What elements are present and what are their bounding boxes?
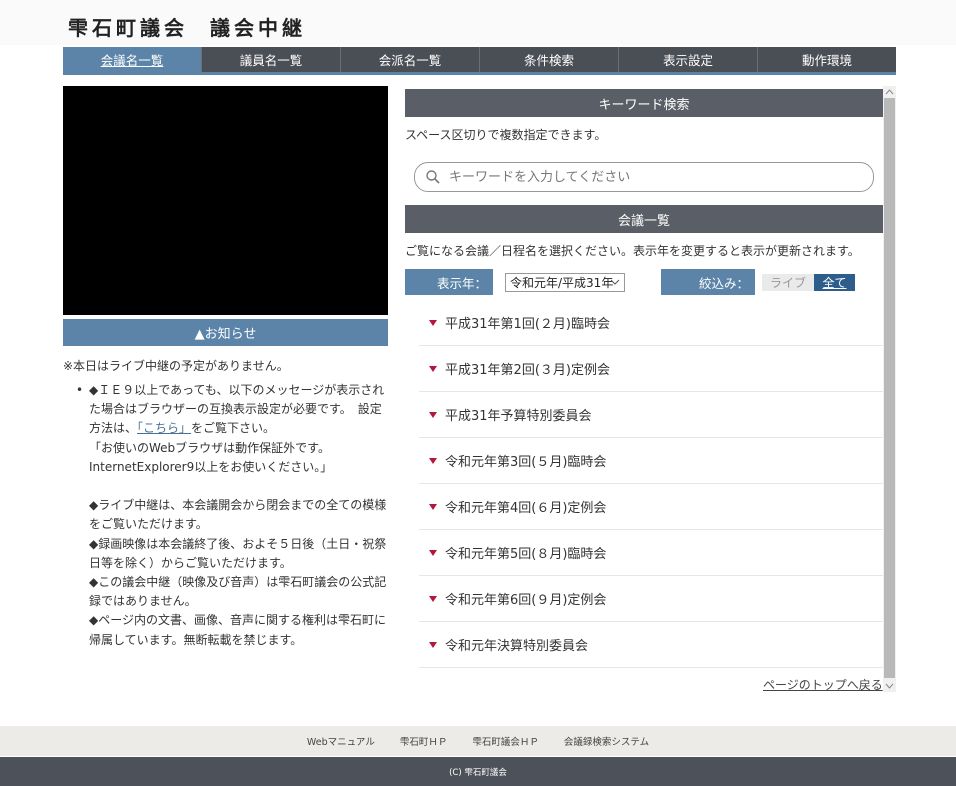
meeting-list-heading: 会議一覧 [405,205,883,233]
filter-row: 表示年： 令和元年/平成31年 絞込み： ライブ 全て [405,269,883,295]
filter-all-button[interactable]: 全て [814,274,855,291]
triangle-down-icon [429,365,437,372]
footer-link-town-hp[interactable]: 雫石町ＨＰ [400,734,448,748]
meeting-item[interactable]: 令和元年第6回(９月)定例会 [419,576,883,622]
year-select-value: 令和元年/平成31年 [510,276,614,290]
meeting-list-note: ご覧になる会議／日程名を選択ください。表示年を変更すると表示が更新されます。 [405,244,860,258]
keyword-search-heading: キーワード検索 [405,89,883,117]
notice-line: ◆この議会中継（映像及び音声）は雫石町議会の公式記 [89,575,387,590]
nav-tab-search[interactable]: 条件検索 [480,47,619,72]
nav-tab-environment[interactable]: 動作環境 [758,47,896,72]
meeting-item-label: 令和元年第4回(６月)定例会 [445,501,607,516]
year-label: 表示年： [405,269,493,295]
video-player[interactable] [63,86,388,315]
meeting-item-label: 平成31年予算特別委員会 [445,409,592,424]
year-select[interactable]: 令和元年/平成31年 [505,273,625,292]
header: 雫石町議会 議会中継 [0,0,956,45]
scrollbar-thumb[interactable] [884,98,895,678]
footer-link-minutes-search[interactable]: 会議録検索システム [564,734,649,748]
notice-line: ◆録画映像は本会議終了後、およそ５日後（土日・祝祭 [89,536,387,551]
notice-line-text: をご覧下さい。 [191,421,276,436]
notice-line: 「お使いのWebブラウザは動作保証外です。 [89,440,330,455]
meeting-item[interactable]: 令和元年第5回(８月)臨時会 [419,530,883,576]
here-link[interactable]: 「こちら」 [137,421,191,435]
meeting-item[interactable]: 平成31年予算特別委員会 [419,392,883,438]
meeting-item-label: 令和元年決算特別委員会 [445,639,589,654]
nav-tab-meetings[interactable]: 会議名一覧 [63,47,202,72]
triangle-down-icon [429,457,437,464]
notice-line: 帰属しています。無断転載を禁じます。 [89,632,303,647]
site-title-council: 雫石町議会 [68,16,188,40]
meeting-item[interactable]: 令和元年第4回(６月)定例会 [419,484,883,530]
triangle-down-icon [429,549,437,556]
triangle-down-icon [429,595,437,602]
scroll-up-icon[interactable] [885,88,894,96]
triangle-down-icon [429,411,437,418]
notice-line: 日等を除く）からご覧いただけます。 [89,555,292,570]
keyword-search-note: スペース区切りで複数指定できます。 [405,128,607,142]
narrow-label: 絞込み： [661,269,755,295]
meeting-item-label: 令和元年第6回(９月)定例会 [445,593,607,608]
meeting-item[interactable]: 令和元年決算特別委員会 [419,622,883,668]
filter-live-button[interactable]: ライブ [762,274,814,291]
notice-line: ◆ページ内の文書、画像、音声に関する権利は雫石町に [89,613,386,628]
search-box [414,162,874,192]
footer-link-council-hp[interactable]: 雫石町議会ＨＰ [472,734,539,748]
scroll-down-icon[interactable] [885,682,894,690]
meeting-item-label: 令和元年第5回(８月)臨時会 [445,547,607,562]
notice-list: • ◆ＩＥ９以上であっても、以下のメッセージが表示され た場合はブラウザーの互換… [76,381,394,650]
triangle-down-icon [429,641,437,648]
notice-bullet: • [76,383,84,397]
footer-link-manual[interactable]: Webマニュアル [307,734,375,748]
meeting-item-label: 平成31年第1回(２月)臨時会 [445,317,610,332]
page-top-link[interactable]: ページのトップへ戻る [763,676,883,693]
meeting-item[interactable]: 令和元年第3回(５月)臨時会 [419,438,883,484]
chevron-down-icon [610,279,620,285]
footer-copyright: (C) 雫石町議会 [0,757,956,786]
meeting-list: 平成31年第1回(２月)臨時会 平成31年第2回(３月)定例会 平成31年予算特… [419,300,883,668]
scrollbar[interactable] [883,86,896,692]
notice-line: た場合はブラウザーの互換表示設定が必要です。 設定 [89,402,382,417]
notice-spacer [89,477,394,496]
notice-body: ◆ＩＥ９以上であっても、以下のメッセージが表示され た場合はブラウザーの互換表示… [89,381,394,650]
nav-tab-factions[interactable]: 会派名一覧 [341,47,480,72]
live-status-text: ※本日はライブ中継の予定がありません。 [63,359,289,373]
main-nav: 会議名一覧 議員名一覧 会派名一覧 条件検索 表示設定 動作環境 [63,47,896,75]
nav-tab-members[interactable]: 議員名一覧 [202,47,341,72]
meeting-item-label: 令和元年第3回(５月)臨時会 [445,455,607,470]
notice-line-text: 方法は、 [89,421,138,436]
notice-line: 録ではありません。 [89,594,197,609]
keyword-search-input[interactable] [447,168,851,186]
notice-line: InternetExplorer9以上をお使いください。」 [89,459,333,474]
notice-line: ◆ＩＥ９以上であっても、以下のメッセージが表示され [89,383,385,397]
site-title-broadcast: 議会中継 [210,16,306,40]
nav-tab-display-settings[interactable]: 表示設定 [619,47,758,72]
notice-toggle[interactable]: ▲お知らせ [63,319,388,346]
notice-line: をご覧いただけます。 [89,517,208,532]
triangle-down-icon [429,319,437,326]
footer-links: Webマニュアル 雫石町ＨＰ 雫石町議会ＨＰ 会議録検索システム [0,726,956,756]
search-icon [426,170,440,184]
meeting-item[interactable]: 平成31年第1回(２月)臨時会 [419,300,883,346]
site-title: 雫石町議会 議会中継 [68,12,306,41]
notice-line: 方法は、「こちら」をご覧下さい。 [89,419,394,438]
right-panel: キーワード検索 スペース区切りで複数指定できます。 会議一覧 ご覧になる会議／日… [405,86,883,681]
notice-line: ◆ライブ中継は、本会議開会から閉会までの全ての模様 [89,498,387,513]
meeting-item-label: 平成31年第2回(３月)定例会 [445,363,610,378]
triangle-down-icon [429,503,437,510]
meeting-item[interactable]: 平成31年第2回(３月)定例会 [419,346,883,392]
